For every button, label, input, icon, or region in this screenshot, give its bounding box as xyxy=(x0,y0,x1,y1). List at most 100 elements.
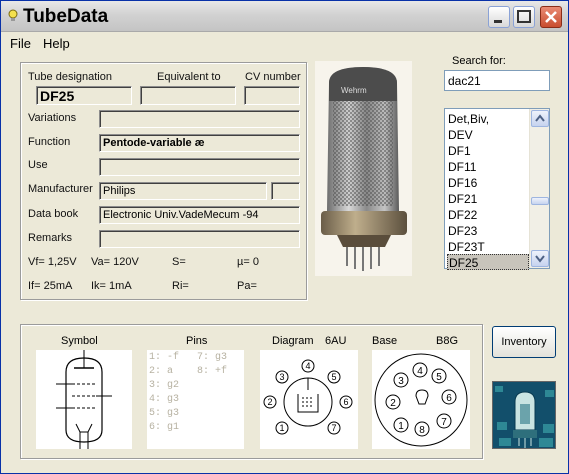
diagram-pin-label: 4 xyxy=(305,361,310,371)
list-item[interactable]: DF22 xyxy=(447,207,529,223)
pin-entry: 5: g3 xyxy=(149,408,180,419)
manufacturer-field[interactable]: Philips xyxy=(99,182,267,200)
scroll-thumb[interactable] xyxy=(531,197,549,205)
base-pin-label: 7 xyxy=(441,417,447,428)
use-field[interactable] xyxy=(99,158,300,176)
equivalent-to-label: Equivalent to xyxy=(157,71,221,83)
diagram-pin-label: 6 xyxy=(343,397,348,407)
tube-logo-icon xyxy=(493,382,555,448)
list-item[interactable]: DF23T xyxy=(447,239,529,255)
list-item[interactable]: DF1 xyxy=(447,143,529,159)
base-pin-label: 2 xyxy=(390,398,396,409)
diagram-pin-label: 1 xyxy=(279,423,284,433)
variations-label: Variations xyxy=(28,112,77,124)
databook-label: Data book xyxy=(28,208,79,220)
diagram-panel: 1 2 3 4 5 6 7 xyxy=(260,350,358,449)
minimize-button[interactable] xyxy=(488,6,510,28)
function-field[interactable]: Pentode-variable æ xyxy=(99,134,300,152)
cv-number-label: CV number xyxy=(245,71,301,83)
base-pin-label: 3 xyxy=(398,376,404,387)
manufacturer-label: Manufacturer xyxy=(28,183,93,195)
if-value: If= 25mA xyxy=(28,280,73,292)
pins-label: Pins xyxy=(186,335,208,347)
list-item[interactable]: DF11 xyxy=(447,159,529,175)
databook-field[interactable]: Electronic Univ.VadeMecum -94 xyxy=(99,206,300,224)
base-label: Base xyxy=(372,335,398,347)
symbol-label: Symbol xyxy=(61,335,98,347)
pin-entry: 3: g2 xyxy=(149,380,180,391)
pin-diagram: 1 2 3 4 5 6 7 xyxy=(263,359,353,435)
list-scrollbar[interactable] xyxy=(529,109,549,268)
remarks-label: Remarks xyxy=(28,232,73,244)
svg-text:Wehrm: Wehrm xyxy=(341,86,367,95)
minimize-icon xyxy=(494,20,502,23)
lightbulb-icon xyxy=(8,9,18,21)
base-pin-label: 1 xyxy=(398,421,404,432)
list-item[interactable]: DEV xyxy=(447,127,529,143)
diagram-code: 6AU xyxy=(325,335,347,347)
base-pin-label: 4 xyxy=(417,366,423,377)
tube-logo-image xyxy=(492,381,556,449)
list-item[interactable]: DF23 xyxy=(447,223,529,239)
pin-entry: 2: a xyxy=(149,366,174,377)
tube-designation-label: Tube designation xyxy=(28,71,112,83)
diagram-pin-label: 3 xyxy=(279,372,284,382)
function-label: Function xyxy=(28,136,71,148)
title-bar[interactable]: TubeData xyxy=(1,1,568,32)
maximize-icon xyxy=(517,10,531,23)
pins-panel: 1: -f 2: a 3: g2 4: g3 5: g3 6: g1 7: g3… xyxy=(147,350,244,449)
scroll-down-button[interactable] xyxy=(531,250,549,267)
menu-bar: File Help xyxy=(1,33,568,53)
s-value: S= xyxy=(172,256,186,268)
pin-entry: 1: -f xyxy=(149,352,180,363)
maximize-button[interactable] xyxy=(513,6,535,28)
list-item[interactable]: Det,Biv, xyxy=(447,111,529,127)
cv-number-field[interactable] xyxy=(244,86,300,105)
pin-entry: 4: g3 xyxy=(149,394,180,405)
pin-entry: 8: +f xyxy=(197,366,228,377)
base-diagram: 1 2 3 4 5 6 7 8 xyxy=(374,353,468,447)
pentode-symbol xyxy=(56,350,112,449)
base-panel: 1 2 3 4 5 6 7 8 xyxy=(372,350,470,449)
base-code: B8G xyxy=(436,335,459,347)
base-pin-label: 8 xyxy=(419,425,425,436)
diagram-label: Diagram xyxy=(272,335,314,347)
base-pin-label: 5 xyxy=(436,372,442,383)
list-item[interactable]: DF21 xyxy=(447,191,529,207)
equivalent-field[interactable] xyxy=(140,86,236,105)
scroll-down-icon xyxy=(535,255,545,263)
menu-file[interactable]: File xyxy=(10,36,31,51)
base-pin-label: 6 xyxy=(446,393,452,404)
close-icon xyxy=(545,11,557,23)
scroll-up-button[interactable] xyxy=(531,110,549,127)
scroll-up-icon xyxy=(535,114,545,122)
ik-value: Ik= 1mA xyxy=(91,280,132,292)
diagram-pin-label: 5 xyxy=(331,372,336,382)
list-item-selected[interactable]: DF25 xyxy=(447,254,529,270)
tube-photo: Wehrm xyxy=(315,61,412,276)
inventory-button[interactable]: Inventory xyxy=(492,326,556,358)
search-input[interactable]: dac21 xyxy=(444,70,550,91)
symbol-panel xyxy=(36,350,132,449)
close-button[interactable] xyxy=(540,6,562,28)
remarks-field[interactable] xyxy=(99,230,300,248)
tube-listbox[interactable]: Det,Biv, DEV DF1 DF11 DF16 DF21 DF22 DF2… xyxy=(444,108,550,270)
pa-value: Pa= xyxy=(237,280,257,292)
ri-value: Ri= xyxy=(172,280,189,292)
vf-value: Vf= 1,25V xyxy=(28,256,77,268)
manufacturer-extra-field[interactable] xyxy=(271,182,300,200)
window-title: TubeData xyxy=(23,6,109,27)
va-value: Va= 120V xyxy=(91,256,139,268)
diagram-pin-label: 7 xyxy=(331,423,336,433)
menu-help[interactable]: Help xyxy=(43,36,70,51)
list-item[interactable]: DF16 xyxy=(447,175,529,191)
tube-photo-image: Wehrm xyxy=(321,67,407,271)
mu-value: µ= 0 xyxy=(237,256,259,268)
designation-field[interactable]: DF25 xyxy=(36,86,132,105)
app-window: TubeData File Help Tube designation Equi… xyxy=(0,0,569,474)
variations-field[interactable] xyxy=(99,110,300,128)
pin-entry: 7: g3 xyxy=(197,352,228,363)
search-label: Search for: xyxy=(452,55,506,67)
use-label: Use xyxy=(28,159,48,171)
diagram-pin-label: 2 xyxy=(267,397,272,407)
